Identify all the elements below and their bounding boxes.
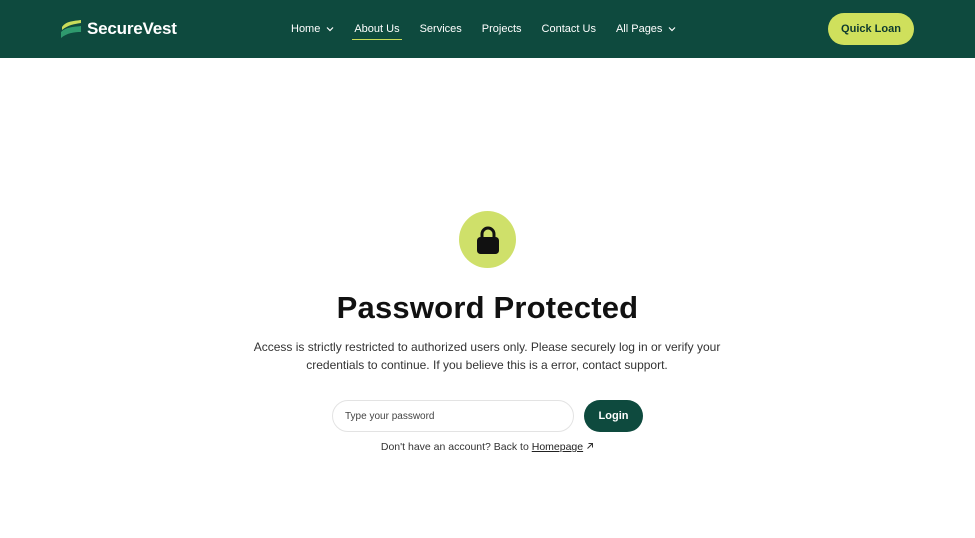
nav-item-contact-us[interactable]: Contact Us [542,0,596,58]
login-button[interactable]: Login [584,400,643,432]
lock-badge [459,211,516,268]
nav-item-label: All Pages [615,23,663,35]
password-input[interactable] [332,400,574,432]
back-prefix-text: Don't have an account? Back to [380,441,532,453]
chevron-down-icon [326,27,334,32]
top-navbar: SecureVest Home About Us Services Projec… [0,0,975,58]
page-description: Access is strictly restricted to authori… [253,340,721,372]
brand-name: SecureVest [87,19,177,38]
nav-item-label: Home [291,23,321,35]
brand-logo-icon [61,20,81,38]
nav-item-label: Contact Us [541,23,596,35]
arrow-up-right-icon [587,443,594,449]
brand[interactable]: SecureVest [60,17,177,41]
nav-item-label: Services [419,23,462,35]
quick-loan-button[interactable]: Quick Loan [828,13,914,45]
homepage-link[interactable]: Homepage [532,441,583,453]
chevron-down-icon [669,27,676,32]
nav-item-about-us[interactable]: About Us [352,0,402,58]
back-to-homepage-line: Don't have an account? Back to Homepage [0,441,975,453]
main-nav: Home About Us Services Projects Contact … [291,0,676,58]
nav-item-label: About Us [354,23,400,35]
nav-item-home[interactable]: Home [291,0,334,58]
nav-item-projects[interactable]: Projects [482,0,522,58]
nav-item-services[interactable]: Services [420,0,462,58]
page-title: Password Protected [336,290,639,325]
lock-icon [476,226,499,254]
nav-item-label: Projects [481,23,522,35]
nav-item-all-pages[interactable]: All Pages [616,0,676,58]
